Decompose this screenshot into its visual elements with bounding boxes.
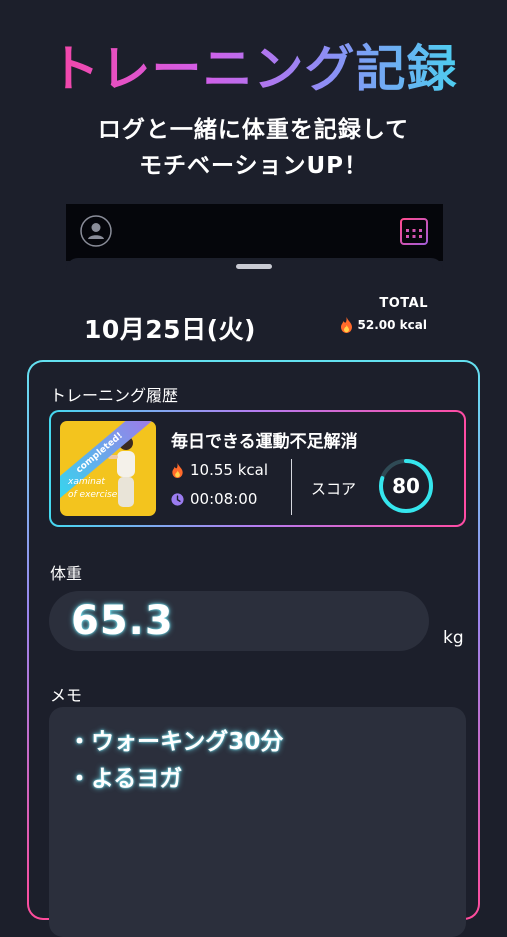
flame-icon <box>172 462 183 478</box>
flame-icon <box>340 317 352 333</box>
workout-duration-value: 00:08:00 <box>190 490 258 508</box>
weight-label: 体重 <box>50 564 83 583</box>
total-label: TOTAL <box>379 296 428 311</box>
memo-label: メモ <box>50 686 83 705</box>
workout-thumbnail: completed! xaminat of exercise <box>60 421 156 516</box>
thumbnail-caption: xaminat of exercise <box>68 477 118 500</box>
weight-input[interactable]: 65.3 <box>49 591 429 651</box>
score-label: スコア <box>311 480 357 498</box>
hero-subtitle-line1: ログと一緒に体重を記録して <box>97 117 410 143</box>
workout-calories-value: 10.55 kcal <box>190 461 269 479</box>
hero-title: トレーニング記録 <box>0 38 507 100</box>
total-calories-value: 52.00 kcal <box>357 318 427 332</box>
total-calories: 52.00 kcal <box>340 317 427 333</box>
workout-title: 毎日できる運動不足解消 <box>171 432 358 452</box>
training-history-item[interactable]: completed! xaminat of exercise 毎日できる運動不足… <box>49 410 466 527</box>
workout-calories: 10.55 kcal <box>171 461 268 479</box>
weight-unit: kg <box>443 628 464 648</box>
app-top-bar <box>66 204 443 261</box>
training-history-label: トレーニング履歴 <box>50 386 179 405</box>
user-circle-icon[interactable] <box>80 215 112 247</box>
hero-subtitle-line2: モチベーションUP！ <box>138 153 369 179</box>
daily-record-card: トレーニング履歴 completed! xaminat of exercise <box>27 360 480 937</box>
score-value: 80 <box>392 474 420 498</box>
sheet-drag-handle[interactable] <box>236 264 272 269</box>
stat-divider <box>291 459 292 515</box>
memo-line: ・ウォーキング30分 <box>68 729 284 755</box>
memo-line: ・よるヨガ <box>68 766 183 792</box>
workout-duration: 00:08:00 <box>171 490 257 508</box>
calendar-icon[interactable] <box>399 214 429 246</box>
memo-textarea[interactable]: ・ウォーキング30分 ・よるヨガ <box>49 707 466 937</box>
clock-icon <box>171 492 184 506</box>
weight-value: 65.3 <box>71 598 174 644</box>
selected-date: 10月25日(火) <box>84 315 256 344</box>
